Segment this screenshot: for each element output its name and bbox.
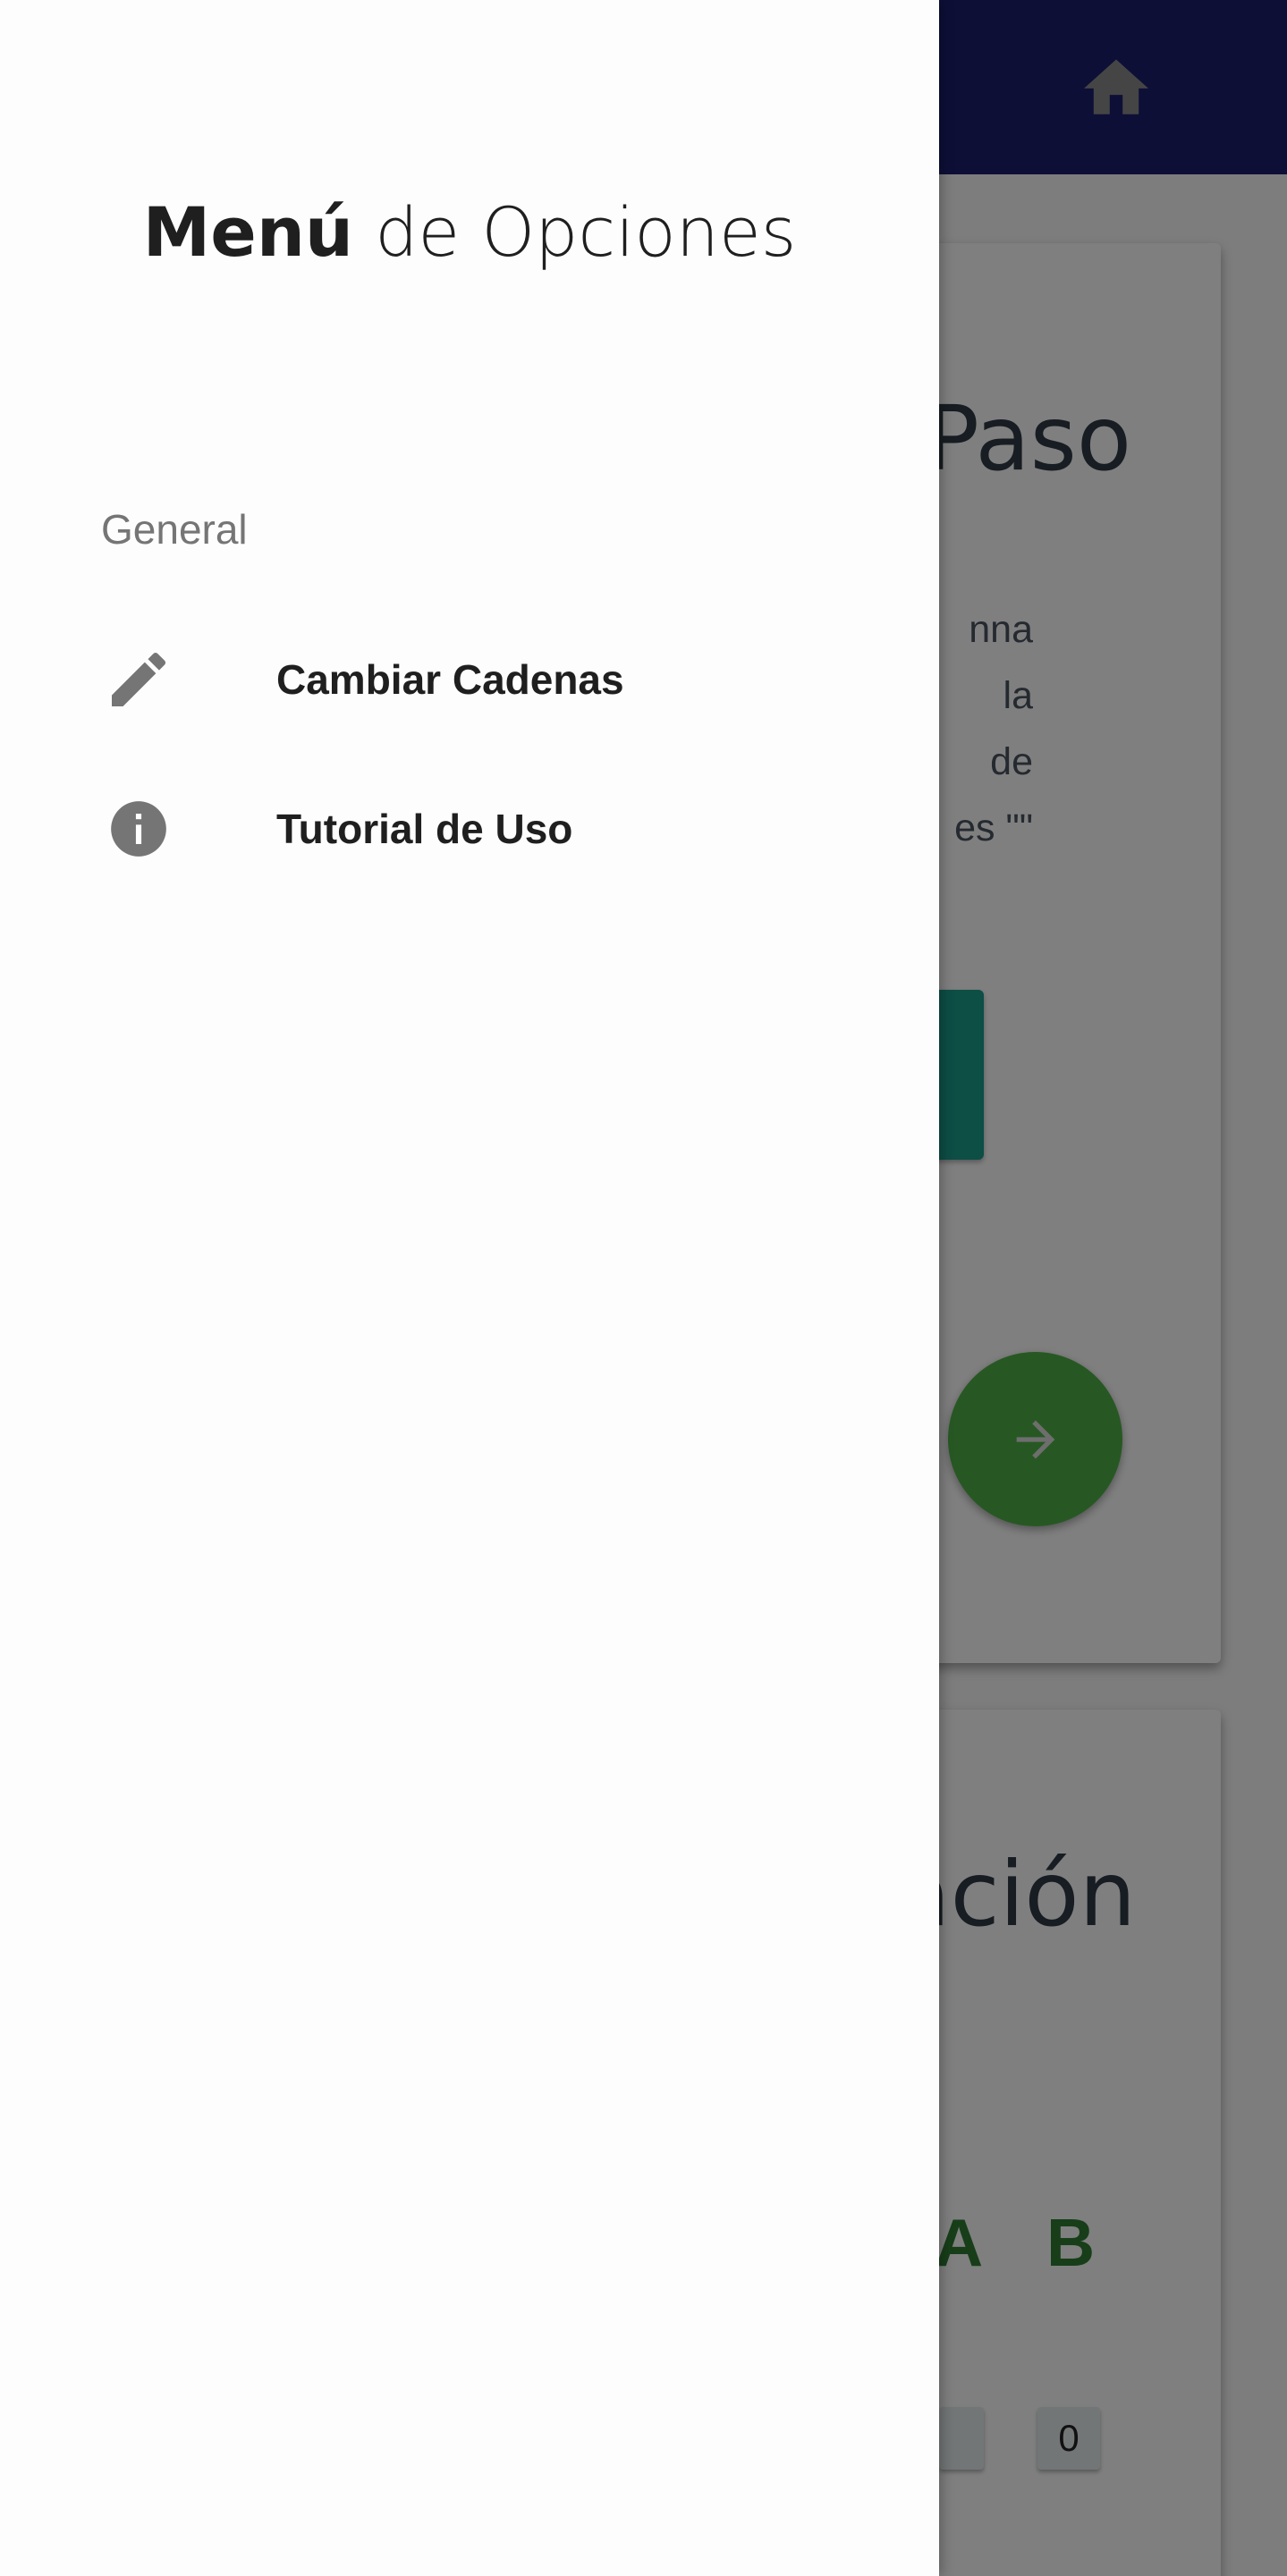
menu-item-cambiar-cadenas[interactable]: Cambiar Cadenas [0,612,939,747]
navigation-drawer: Menú de Opciones General Cambiar Cadenas… [0,0,939,2576]
menu-item-label: Tutorial de Uso [276,806,573,852]
pencil-icon [98,639,179,720]
drawer-title-bold: Menú [142,192,354,272]
menu-item-tutorial-de-uso[interactable]: Tutorial de Uso [0,762,939,896]
section-label-general: General [101,506,248,553]
drawer-title-rest: de Opciones [353,192,797,272]
app-viewport: Paso nna la de es "" ación A B 0 Menú de… [0,0,1287,2576]
info-icon [98,789,179,869]
drawer-title: Menú de Opciones [0,192,939,272]
menu-item-label: Cambiar Cadenas [276,656,624,703]
